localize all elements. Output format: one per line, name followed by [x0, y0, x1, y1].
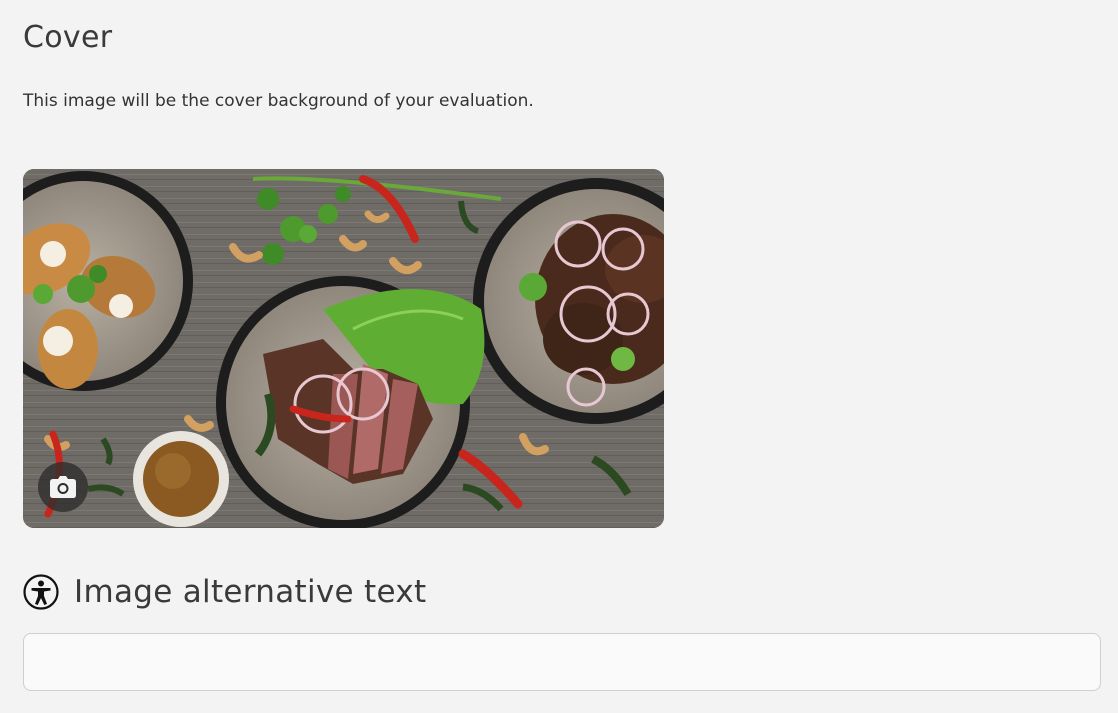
- cover-settings-page: Cover This image will be the cover backg…: [0, 0, 1118, 713]
- cover-title: Cover: [23, 20, 113, 55]
- alt-text-heading: Image alternative text: [23, 572, 426, 612]
- cover-description: This image will be the cover background …: [23, 91, 534, 111]
- change-cover-button[interactable]: [38, 462, 88, 512]
- camera-icon: [50, 476, 76, 498]
- alt-text-label: Image alternative text: [74, 574, 427, 610]
- accessibility-icon: [23, 574, 59, 610]
- cover-image[interactable]: [23, 169, 664, 528]
- alt-text-input[interactable]: [23, 633, 1101, 691]
- food-photo: [23, 169, 664, 528]
